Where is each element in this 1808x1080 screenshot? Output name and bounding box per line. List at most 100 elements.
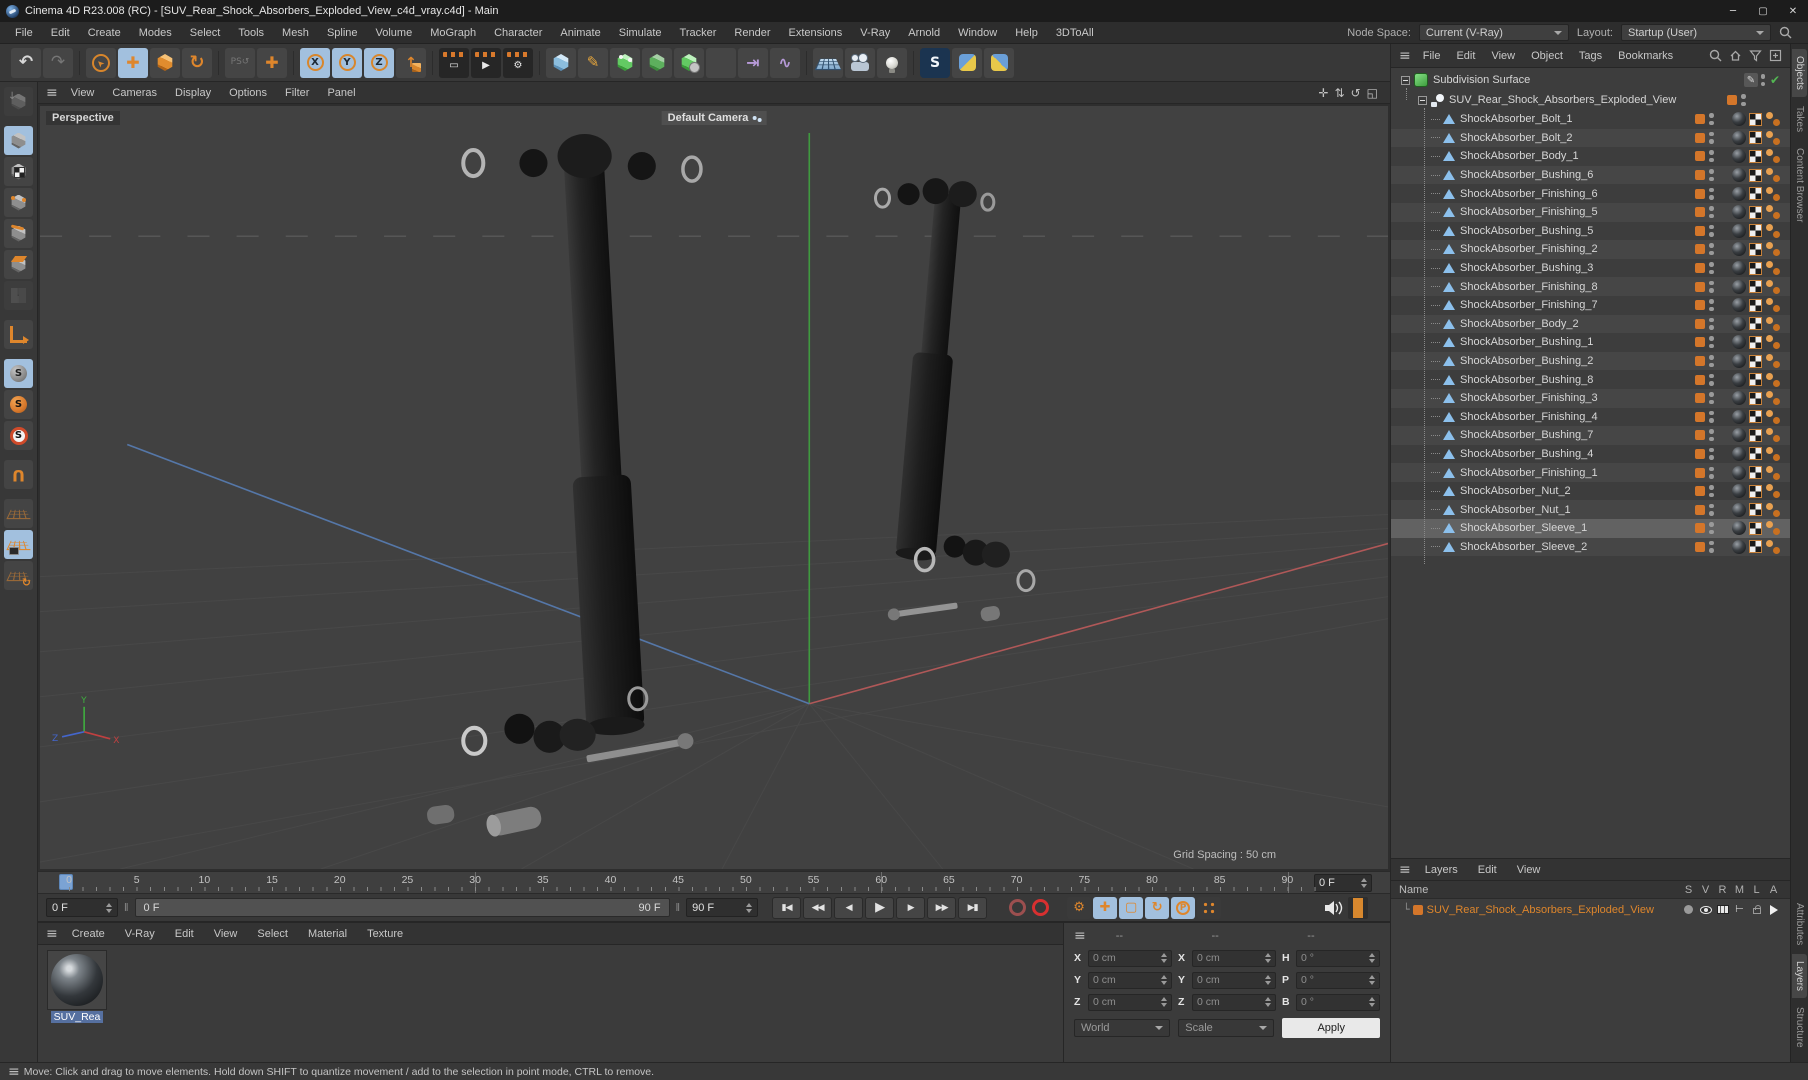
visibility-dots[interactable] — [1709, 206, 1714, 219]
live-selection-tool[interactable]: ➤ — [86, 47, 116, 78]
filter-icon[interactable] — [1749, 49, 1762, 62]
menu-item[interactable]: Modes — [130, 24, 181, 42]
material-tag-icon[interactable] — [1732, 502, 1746, 517]
menu-item[interactable]: Character — [485, 24, 551, 42]
lock-x-axis-button[interactable]: X — [300, 47, 330, 78]
search-icon[interactable] — [1709, 49, 1722, 62]
deformer-button[interactable] — [674, 47, 704, 78]
material-tag-icon[interactable] — [1732, 149, 1746, 164]
panel-tab[interactable]: Layers — [1792, 954, 1807, 999]
uvw-tag-icon[interactable] — [1749, 168, 1762, 182]
tree-row-object[interactable]: ShockAbsorber_Bushing_1 — [1391, 333, 1790, 352]
uvw-tag-icon[interactable] — [1749, 447, 1762, 461]
menu-item[interactable]: Tools — [229, 24, 273, 42]
uvw-tag-icon[interactable] — [1749, 149, 1762, 163]
value-spinner[interactable] — [1265, 997, 1271, 1007]
manager-toggle-icon[interactable]: ⊢ — [1735, 904, 1744, 915]
key-scale-button[interactable]: ▢ — [1119, 896, 1144, 919]
workplane-button[interactable] — [4, 499, 33, 528]
value-spinner[interactable] — [1369, 953, 1375, 963]
render-view-button[interactable]: ▭ — [439, 47, 469, 78]
last-tool-psr[interactable]: PS↺ — [225, 47, 255, 78]
viewport-menu-item[interactable]: Cameras — [103, 84, 166, 102]
python-button-2[interactable] — [984, 47, 1014, 78]
layer-color-chip[interactable] — [1695, 318, 1705, 329]
phong-tag-icon[interactable] — [1765, 502, 1780, 517]
search-icon[interactable] — [1779, 26, 1792, 39]
material-tag-icon[interactable] — [1732, 539, 1746, 554]
material-tag-icon[interactable] — [1732, 223, 1746, 238]
previous-key-button[interactable]: ◀◀ — [803, 896, 833, 919]
layer-color-chip[interactable] — [1695, 132, 1705, 143]
current-frame-field[interactable]: 0 F — [1314, 874, 1372, 892]
sound-button[interactable] — [1324, 900, 1344, 916]
material-menu-item[interactable]: V-Ray — [115, 925, 165, 943]
uvw-tag-icon[interactable] — [1749, 335, 1762, 349]
tree-row-object[interactable]: ShockAbsorber_Body_1 — [1391, 147, 1790, 166]
object-manager-menu-item[interactable]: View — [1483, 47, 1523, 65]
goto-start-button[interactable]: ▮◀ — [772, 896, 802, 919]
phong-tag-icon[interactable] — [1765, 242, 1780, 257]
menu-item[interactable]: Window — [949, 24, 1006, 42]
layer-color-chip[interactable] — [1695, 170, 1705, 181]
material-tag-icon[interactable] — [1732, 521, 1746, 536]
lock-z-axis-button[interactable]: Z — [364, 47, 394, 78]
coordinate-value-field[interactable]: 0 cm — [1192, 993, 1276, 1011]
tree-row-object[interactable]: ShockAbsorber_Bushing_6 — [1391, 165, 1790, 185]
layer-color-chip[interactable] — [1695, 151, 1705, 162]
layer-color-chip[interactable] — [1727, 95, 1737, 105]
layers-menu-item[interactable]: View — [1507, 861, 1551, 879]
panel-tab[interactable]: Content Browser — [1792, 141, 1807, 229]
material-tag-icon[interactable] — [1732, 298, 1746, 313]
tree-row-object[interactable]: ShockAbsorber_Finishing_6 — [1391, 184, 1790, 203]
left-separator[interactable] — [4, 491, 33, 497]
phong-tag-icon[interactable] — [1765, 539, 1780, 554]
value-spinner[interactable] — [1265, 975, 1271, 985]
coordinate-value-field[interactable]: 0 cm — [1192, 971, 1276, 989]
python-button[interactable] — [952, 47, 982, 78]
camera-label[interactable]: Default Camera — [661, 111, 767, 125]
menu-item[interactable]: Simulate — [610, 24, 671, 42]
menu-item[interactable]: File — [6, 24, 42, 42]
uvw-tag-icon[interactable] — [1749, 187, 1762, 201]
visibility-dots[interactable] — [1709, 540, 1714, 553]
material-tag-icon[interactable] — [1732, 186, 1746, 201]
material-preview[interactable] — [47, 950, 107, 1010]
menu-item[interactable]: Help — [1006, 24, 1047, 42]
material-menu-item[interactable]: Texture — [357, 925, 413, 943]
uvw-tag-icon[interactable] — [1749, 224, 1762, 238]
phong-tag-icon[interactable] — [1765, 205, 1780, 220]
toggle-view-icon[interactable]: ◱ — [1367, 86, 1378, 100]
texture-mode-button[interactable] — [4, 157, 33, 186]
snap-button[interactable]: U — [4, 460, 33, 489]
uvw-tag-icon[interactable] — [1749, 242, 1762, 256]
model-mode-button[interactable] — [4, 126, 33, 155]
toolbar-separator[interactable] — [75, 48, 84, 78]
layer-color-chip[interactable] — [1695, 356, 1705, 367]
object-manager-menu-item[interactable]: Edit — [1448, 47, 1483, 65]
visibility-dots[interactable] — [1709, 299, 1714, 312]
layer-color-chip[interactable] — [1695, 486, 1705, 497]
viewport-menu-item[interactable]: Display — [166, 84, 220, 102]
layer-color-chip[interactable] — [1695, 523, 1705, 534]
value-spinner[interactable] — [1161, 997, 1167, 1007]
redo-button[interactable]: ↷ — [43, 47, 73, 78]
key-parameter-button[interactable]: P — [1171, 896, 1196, 919]
key-pla-button[interactable] — [1197, 896, 1222, 919]
coordinate-value-field[interactable]: 0 cm — [1088, 993, 1172, 1011]
layer-color-chip[interactable] — [1695, 467, 1705, 478]
coordinate-value-field[interactable]: 0 ° — [1296, 949, 1380, 967]
visibility-dots[interactable] — [1760, 74, 1766, 86]
home-icon[interactable] — [1729, 49, 1742, 62]
visibility-dots[interactable] — [1709, 317, 1714, 330]
phong-tag-icon[interactable] — [1765, 354, 1780, 369]
viewport-solo-single-button[interactable]: S — [4, 390, 33, 419]
uvw-tag-icon[interactable] — [1749, 428, 1762, 442]
coordinates-menu-icon[interactable]: ≡ — [1074, 929, 1086, 943]
maximize-button[interactable]: ▢ — [1748, 1, 1778, 21]
primitive-cube-button[interactable] — [546, 47, 576, 78]
toolbar-separator[interactable] — [802, 48, 811, 78]
material-tag-icon[interactable] — [1732, 354, 1746, 369]
phong-tag-icon[interactable] — [1765, 428, 1780, 443]
visibility-dots[interactable] — [1709, 113, 1714, 126]
